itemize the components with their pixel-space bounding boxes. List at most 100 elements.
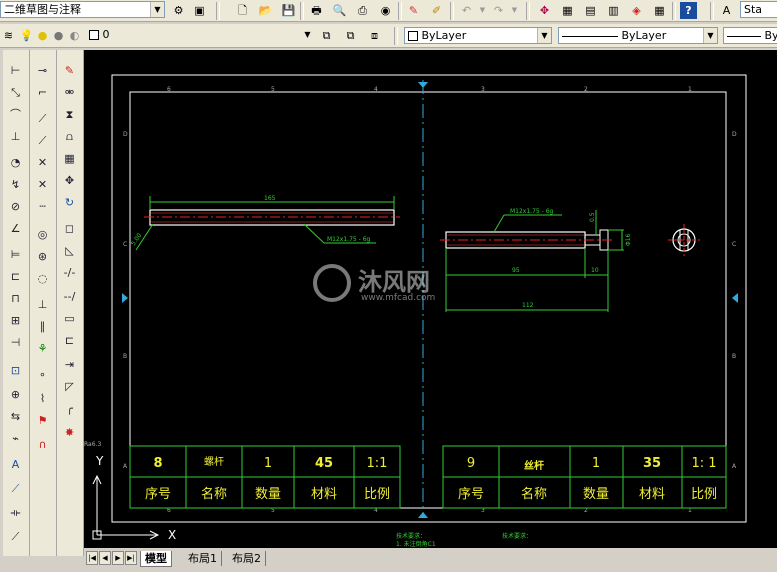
radius-dim-icon[interactable]: ◔: [7, 154, 24, 171]
dim-space-icon[interactable]: ⊞: [7, 312, 24, 329]
layer-select[interactable]: 0 ▼: [86, 27, 314, 44]
copy-icon[interactable]: ⚮: [61, 84, 78, 101]
layer-thaw-icon[interactable]: ●: [34, 27, 51, 44]
redo-icon[interactable]: ↷: [490, 2, 507, 19]
text-style-icon[interactable]: A: [718, 2, 735, 19]
chevron-down-icon[interactable]: ▼: [537, 28, 551, 43]
break-icon[interactable]: ⊏: [61, 332, 78, 349]
workspace-select[interactable]: 二维草图与注释 ▼: [0, 1, 165, 18]
properties-icon[interactable]: ▦: [559, 2, 576, 19]
continue-dim-icon[interactable]: ⊓: [7, 290, 24, 307]
offset-icon[interactable]: ⩍: [61, 128, 78, 145]
table-icon[interactable]: ∩: [34, 436, 51, 453]
construction-line-icon[interactable]: ⌐: [34, 84, 51, 101]
arc-icon[interactable]: ✕: [34, 176, 51, 193]
save-workspace-icon[interactable]: ▣: [191, 2, 208, 19]
angular-dim-icon[interactable]: ∠: [7, 220, 24, 237]
diameter-dim-icon[interactable]: ⊘: [7, 198, 24, 215]
layer-lock-icon[interactable]: ●: [50, 27, 67, 44]
erase-icon[interactable]: ✎: [61, 62, 78, 79]
move-icon[interactable]: ✥: [61, 172, 78, 189]
revcloud-icon[interactable]: ◎: [34, 226, 51, 243]
dim-edit-icon[interactable]: A: [7, 456, 24, 473]
undo-dropdown-icon[interactable]: ▼: [474, 2, 491, 19]
tab-model[interactable]: 模型: [140, 551, 172, 567]
new-file-icon[interactable]: 🗋: [234, 2, 251, 19]
open-file-icon[interactable]: 📂: [257, 2, 274, 19]
spline-icon[interactable]: ⊛: [34, 248, 51, 265]
explode-icon[interactable]: ✸: [61, 424, 78, 441]
last-tab-icon[interactable]: ▶|: [125, 551, 137, 565]
layer-on-icon[interactable]: 💡: [18, 27, 35, 44]
jogged-dim-icon[interactable]: ↯: [7, 176, 24, 193]
lineweight-control[interactable]: ByLayer: [723, 27, 777, 44]
rotate-icon[interactable]: ↻: [61, 194, 78, 211]
make-block-icon[interactable]: ∥: [34, 318, 51, 335]
publish-icon[interactable]: ⎙: [354, 2, 371, 19]
workspace-settings-icon[interactable]: ⚙: [170, 2, 187, 19]
layer-previous-icon[interactable]: ⧉: [342, 27, 359, 44]
trim-icon[interactable]: -/-: [61, 264, 78, 281]
region-icon[interactable]: ⚑: [34, 412, 51, 429]
color-control[interactable]: ByLayer ▼: [404, 27, 552, 44]
layer-manager-icon[interactable]: ≋: [0, 27, 17, 44]
aligned-dim-icon[interactable]: ⤡: [7, 84, 24, 101]
scale-icon[interactable]: ◻: [61, 220, 78, 237]
join-icon[interactable]: ⇥: [61, 356, 78, 373]
stretch-icon[interactable]: ◺: [61, 242, 78, 259]
fillet-icon[interactable]: ╭: [61, 400, 78, 417]
chevron-down-icon[interactable]: ▼: [301, 27, 314, 42]
arc-length-icon[interactable]: ⌒: [7, 106, 24, 123]
3d-dwf-icon[interactable]: ◉: [377, 2, 394, 19]
extend-icon[interactable]: --/: [61, 288, 78, 305]
tab-layout1[interactable]: 布局1: [184, 551, 222, 566]
chevron-down-icon[interactable]: ▼: [150, 2, 164, 17]
ellipse-icon[interactable]: ◌: [34, 270, 51, 287]
array-icon[interactable]: ▦: [61, 150, 78, 167]
dim-update-icon[interactable]: ⟛: [7, 504, 24, 521]
tolerance-icon[interactable]: ⊡: [7, 362, 24, 379]
dim-break-icon[interactable]: ⊣: [7, 334, 24, 351]
quick-dim-icon[interactable]: ⊨: [7, 246, 24, 263]
text-style-select[interactable]: Sta: [740, 1, 777, 18]
dim-style-icon[interactable]: ⟋: [7, 528, 24, 545]
baseline-dim-icon[interactable]: ⊏: [7, 268, 24, 285]
polyline-icon[interactable]: ⟋: [34, 110, 51, 127]
insert-block-icon[interactable]: ⊥: [34, 296, 51, 313]
line-icon[interactable]: ⊸: [34, 62, 51, 79]
print-icon[interactable]: 🖶: [308, 2, 325, 19]
chamfer-icon[interactable]: ◸: [61, 378, 78, 395]
calculator-icon[interactable]: ▦: [651, 2, 668, 19]
layer-states-icon[interactable]: ⧈: [366, 27, 383, 44]
sheet-set-icon[interactable]: ◈: [628, 2, 645, 19]
jogged-linear-icon[interactable]: ⌁: [7, 430, 24, 447]
match-properties-icon[interactable]: ✐: [428, 2, 445, 19]
center-mark-icon[interactable]: ⊕: [7, 386, 24, 403]
design-center-icon[interactable]: ▤: [582, 2, 599, 19]
rectangle-icon[interactable]: ✕: [34, 154, 51, 171]
redo-dropdown-icon[interactable]: ▼: [506, 2, 523, 19]
pan-icon[interactable]: ✥: [536, 2, 553, 19]
undo-icon[interactable]: ↶: [458, 2, 475, 19]
polygon-icon[interactable]: ⟋: [34, 132, 51, 149]
break-at-point-icon[interactable]: ▭: [61, 310, 78, 327]
dim-text-edit-icon[interactable]: ⟋: [7, 480, 24, 497]
linetype-control[interactable]: ByLayer ▼: [558, 27, 718, 44]
first-tab-icon[interactable]: |◀: [86, 551, 98, 565]
linear-dim-icon[interactable]: ⊢: [7, 62, 24, 79]
ordinate-dim-icon[interactable]: ⊥: [7, 128, 24, 145]
cut-icon[interactable]: ✎: [405, 2, 422, 19]
help-icon[interactable]: ?: [680, 2, 697, 19]
prev-tab-icon[interactable]: ◀: [99, 551, 111, 565]
hatch-icon[interactable]: ∘: [34, 366, 51, 383]
chevron-down-icon[interactable]: ▼: [703, 28, 717, 43]
next-tab-icon[interactable]: ▶: [112, 551, 124, 565]
circle-icon[interactable]: ┄: [34, 198, 51, 215]
point-icon[interactable]: ⚘: [34, 340, 51, 357]
make-current-layer-icon[interactable]: ⧉: [318, 27, 335, 44]
inspection-icon[interactable]: ⇆: [7, 408, 24, 425]
tab-layout2[interactable]: 布局2: [228, 551, 266, 566]
print-preview-icon[interactable]: 🔍: [331, 2, 348, 19]
tool-palettes-icon[interactable]: ▥: [605, 2, 622, 19]
mirror-icon[interactable]: ⧗: [61, 106, 78, 123]
